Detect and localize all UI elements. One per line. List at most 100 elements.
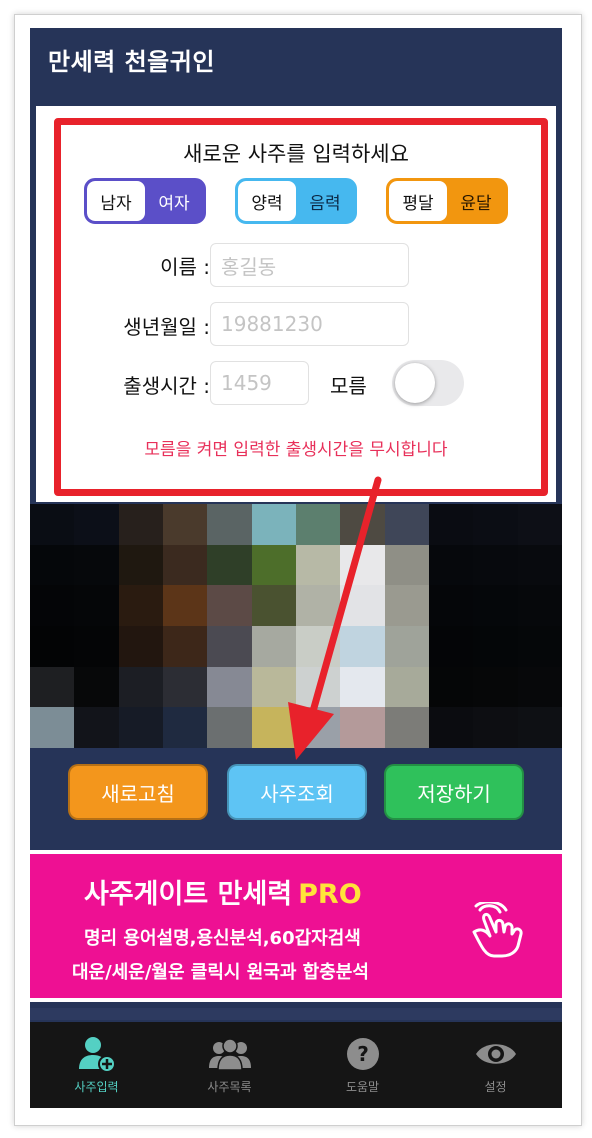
mosaic-cell — [207, 585, 252, 626]
mosaic-cell — [162, 666, 208, 708]
mosaic-cell — [340, 707, 385, 748]
mosaic-cell — [340, 666, 385, 708]
mosaic-cell — [251, 544, 296, 586]
mosaic-cell — [295, 626, 341, 667]
action-buttons: 새로고침 사주조회 저장하기 — [30, 764, 562, 820]
mosaic-cell — [74, 626, 119, 667]
question-icon: ? — [346, 1036, 380, 1072]
mosaic-cell — [473, 544, 518, 586]
mosaic-cell — [30, 666, 75, 708]
mosaic-cell — [473, 626, 518, 667]
mosaic-cell — [473, 666, 518, 708]
mosaic-cell — [118, 666, 163, 708]
mosaic-cell — [251, 626, 296, 667]
tab-help[interactable]: ? 도움말 — [296, 1022, 429, 1108]
mosaic-cell — [74, 585, 119, 626]
mosaic-cell — [428, 626, 474, 667]
mosaic-cell — [384, 707, 429, 748]
tab-label: 도움말 — [345, 1080, 380, 1094]
tab-settings[interactable]: 설정 — [429, 1022, 562, 1108]
mosaic-cell — [251, 585, 296, 626]
mosaic-cell — [295, 544, 341, 586]
mosaic-cell — [384, 585, 429, 626]
tab-label: 사주입력 — [74, 1080, 119, 1094]
mosaic-cell — [74, 707, 119, 748]
mosaic-cell — [428, 707, 474, 748]
mosaic-cell — [428, 504, 474, 545]
mosaic-cell — [428, 544, 474, 586]
mosaic-cell — [517, 666, 562, 708]
eye-icon — [474, 1036, 518, 1072]
query-saju-button[interactable]: 사주조회 — [227, 764, 367, 820]
bottom-tab-bar: 사주입력 사주목록 ? 도움말 설정 — [30, 1022, 562, 1108]
banner-line-1: 명리 용어설명,용신분석,60갑자검색 — [84, 928, 361, 949]
mosaic-cell — [118, 504, 163, 545]
tap-hand-icon — [472, 902, 523, 958]
people-group-icon — [208, 1036, 252, 1072]
mosaic-cell — [162, 626, 208, 667]
mosaic-cell — [295, 707, 341, 748]
mosaic-cell — [118, 544, 163, 586]
mosaic-cell — [473, 504, 518, 545]
add-person-icon — [77, 1036, 117, 1073]
mosaic-cell — [162, 544, 208, 586]
mosaic-cell — [517, 585, 562, 626]
mosaic-cell — [340, 626, 385, 667]
mosaic-cell — [251, 504, 296, 545]
mosaic-cell — [207, 626, 252, 667]
mosaic-cell — [384, 544, 429, 586]
mosaic-cell — [30, 707, 75, 748]
mosaic-cell — [473, 707, 518, 748]
mosaic-cell — [207, 707, 252, 748]
mosaic-cell — [384, 626, 429, 667]
tab-saju-list[interactable]: 사주목록 — [163, 1022, 296, 1108]
app-screen: 만세력 천을귀인 새로운 사주를 입력하세요 남자 여자 양력 음력 평달 윤달… — [30, 28, 562, 1108]
banner-pro-badge: PRO — [298, 879, 362, 910]
mosaic-cell — [74, 544, 119, 586]
mosaic-cell — [340, 544, 385, 586]
mosaic-cell — [30, 544, 75, 586]
tab-label: 설정 — [484, 1080, 507, 1094]
highlight-box — [54, 118, 548, 496]
mosaic-cell — [251, 666, 296, 708]
mosaic-cell — [384, 666, 429, 708]
divider — [30, 1008, 562, 1020]
mosaic-cell — [162, 707, 208, 748]
tab-saju-input[interactable]: 사주입력 — [30, 1022, 163, 1108]
mosaic-cell — [384, 504, 429, 545]
mosaic-cell — [428, 666, 474, 708]
mosaic-cell — [340, 504, 385, 545]
banner-line-2: 대운/세운/월운 클릭시 원국과 합충분석 — [72, 962, 369, 983]
promo-banner[interactable]: 사주게이트 만세력 PRO 명리 용어설명,용신분석,60갑자검색 대운/세운/월… — [30, 850, 562, 1002]
mosaic-cell — [207, 666, 252, 708]
mosaic-cell — [162, 504, 208, 545]
refresh-button[interactable]: 새로고침 — [68, 764, 208, 820]
mosaic-cell — [74, 504, 119, 545]
mosaic-cell — [295, 666, 341, 708]
mosaic-cell — [30, 504, 75, 545]
mosaic-cell — [295, 585, 341, 626]
tab-label: 사주목록 — [207, 1080, 252, 1094]
pixelated-image — [30, 504, 562, 748]
mosaic-cell — [340, 585, 385, 626]
mosaic-cell — [207, 504, 252, 545]
mosaic-cell — [118, 707, 163, 748]
mosaic-cell — [118, 626, 163, 667]
mosaic-cell — [74, 666, 119, 708]
mosaic-cell — [162, 585, 208, 626]
mosaic-cell — [30, 585, 75, 626]
mosaic-cell — [251, 707, 296, 748]
mosaic-cell — [473, 585, 518, 626]
mosaic-cell — [517, 707, 562, 748]
banner-title: 사주게이트 만세력 PRO — [84, 879, 362, 910]
mosaic-cell — [207, 544, 252, 586]
svg-text:?: ? — [357, 1042, 369, 1066]
mosaic-cell — [517, 504, 562, 545]
mosaic-cell — [295, 504, 341, 545]
save-button[interactable]: 저장하기 — [384, 764, 524, 820]
app-title: 만세력 천을귀인 — [48, 48, 215, 76]
mosaic-cell — [30, 626, 75, 667]
mosaic-cell — [517, 626, 562, 667]
mosaic-cell — [118, 585, 163, 626]
mosaic-cell — [517, 544, 562, 586]
